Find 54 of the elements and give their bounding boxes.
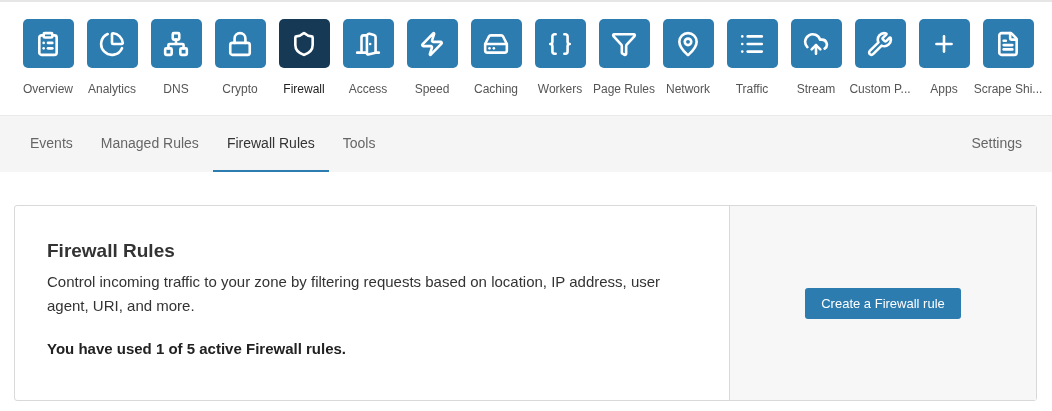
tab[interactable]: Firewall Rules [212, 116, 329, 172]
app-tile[interactable] [918, 19, 970, 68]
app-label: Stream [796, 82, 836, 96]
app-label: Overview [23, 82, 73, 96]
app-label: Caching [474, 82, 518, 96]
map-pin-icon [675, 30, 701, 57]
create-rule-button[interactable]: Create a Firewall rule [805, 287, 961, 319]
app-tile[interactable] [790, 19, 842, 68]
app-tile[interactable] [470, 19, 522, 68]
app-tile[interactable] [854, 19, 906, 68]
lock-icon [227, 30, 253, 57]
card-title: Firewall Rules [47, 240, 176, 262]
app-label: DNS [163, 82, 189, 96]
app-tile[interactable] [598, 19, 650, 68]
app-label: Custom P... [849, 82, 911, 96]
clipboard-icon [35, 30, 61, 57]
app-tile[interactable] [214, 19, 266, 68]
shield-icon [291, 30, 317, 57]
app-label: Apps [930, 82, 958, 96]
app-tile[interactable] [534, 19, 586, 68]
app-tile[interactable] [982, 19, 1034, 68]
app-tile[interactable] [342, 19, 394, 68]
tab[interactable]: Tools [328, 116, 390, 172]
document-icon [995, 30, 1021, 57]
app-tile[interactable] [406, 19, 458, 68]
tab[interactable]: Managed Rules [86, 116, 213, 172]
app-tile[interactable] [86, 19, 138, 68]
app-label: Crypto [222, 82, 258, 96]
app-label: Firewall [283, 82, 325, 96]
network-icon [163, 30, 189, 57]
app-label: Traffic [735, 82, 769, 96]
pie-chart-icon [99, 30, 125, 57]
app-tile[interactable] [150, 19, 202, 68]
app-label: Page Rules [592, 82, 655, 96]
app-tile[interactable] [278, 19, 330, 68]
lightning-icon [419, 30, 445, 57]
wrench-icon [867, 30, 893, 57]
card-description: Control incoming traffic to your zone by filtering requests based on location, IP address, user agent, URI, and more. [47, 272, 662, 316]
app-label: Network [666, 82, 710, 96]
app-label: Speed [414, 82, 450, 96]
door-icon [355, 30, 381, 57]
app-label: Scrape Shi... [973, 82, 1043, 96]
app-tile[interactable] [662, 19, 714, 68]
app-label: Access [348, 82, 388, 96]
usage-text: You have used 1 of 5 active Firewall rules. [47, 340, 347, 357]
filter-icon [611, 30, 637, 57]
app-tile[interactable] [22, 19, 74, 68]
app-label: Analytics [88, 82, 136, 96]
cloud-icon [803, 30, 829, 57]
settings-link[interactable]: Settings [957, 116, 1036, 172]
app-label: Workers [537, 82, 583, 96]
tab[interactable]: Events [16, 116, 87, 172]
braces-icon [547, 30, 573, 57]
app-tile[interactable] [726, 19, 778, 68]
